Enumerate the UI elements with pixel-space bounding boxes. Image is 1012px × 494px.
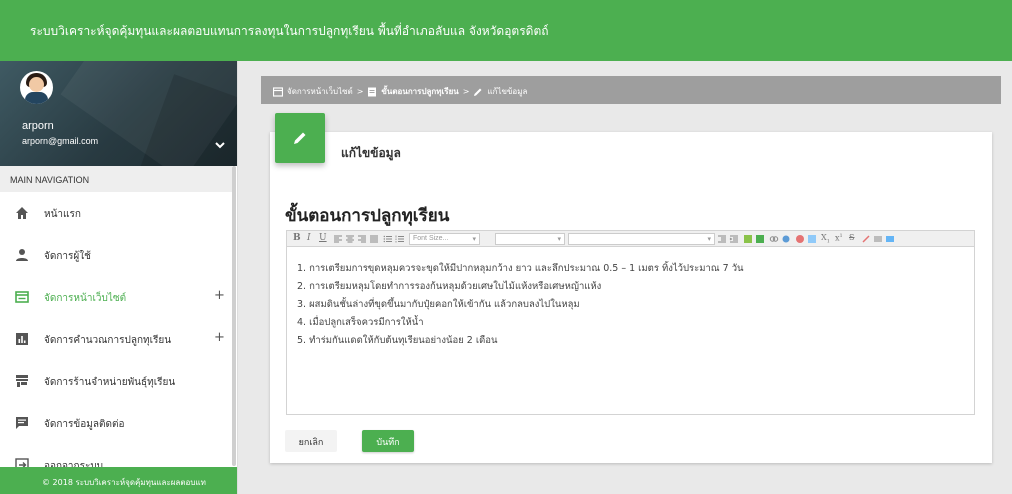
breadcrumb-separator: > bbox=[356, 87, 364, 96]
sidebar: arporn arporn@gmail.com MAIN NAVIGATION … bbox=[0, 61, 238, 494]
sidebar-item-home[interactable]: หน้าแรก bbox=[0, 192, 232, 234]
sidebar-item-users[interactable]: จัดการผู้ใช้ bbox=[0, 234, 232, 276]
align-right-icon[interactable] bbox=[357, 234, 367, 244]
font-family-select[interactable]: ▾ bbox=[495, 233, 565, 245]
undo-icon[interactable] bbox=[743, 234, 753, 244]
redo-icon[interactable] bbox=[755, 234, 765, 244]
align-left-icon[interactable] bbox=[333, 234, 343, 244]
subscript-button[interactable]: X1 bbox=[821, 233, 830, 245]
save-button[interactable]: บันทึก bbox=[362, 430, 414, 452]
numbered-list-icon[interactable] bbox=[395, 234, 405, 244]
user-name: arporn bbox=[22, 120, 54, 132]
web-icon bbox=[15, 291, 29, 303]
underline-button[interactable]: U bbox=[319, 233, 327, 243]
indent-icon[interactable] bbox=[729, 234, 739, 244]
breadcrumb-separator: > bbox=[462, 87, 470, 96]
font-size-placeholder: Font Size... bbox=[413, 235, 449, 242]
card-header-icon bbox=[275, 113, 325, 163]
content-line: 2. การเตรียมหลุมโดยทำการรองก้นหลุมด้วยเศ… bbox=[297, 281, 602, 292]
sidebar-item-label: จัดการคำนวณการปลูกทุเรียน bbox=[44, 335, 172, 346]
user-email: arporn@gmail.com bbox=[22, 136, 99, 146]
font-size-select[interactable]: Font Size... ▾ bbox=[409, 233, 480, 245]
breadcrumb-item-edit: แก้ไขข้อมูล bbox=[487, 87, 528, 96]
sidebar-item-stores[interactable]: จัดการร้านจำหน่ายพันธุ์ทุเรียน bbox=[0, 360, 232, 402]
image-icon[interactable] bbox=[795, 234, 805, 244]
chevron-down-icon[interactable] bbox=[213, 138, 227, 152]
format-select[interactable]: ▾ bbox=[568, 233, 715, 245]
outdent-icon[interactable] bbox=[717, 234, 727, 244]
expand-icon[interactable]: + bbox=[214, 330, 225, 345]
avatar[interactable] bbox=[20, 71, 53, 104]
pencil-icon bbox=[474, 88, 482, 96]
link-icon[interactable] bbox=[769, 234, 779, 244]
app-title: ระบบวิเคราะห์จุดคุ้มทุนและผลตอบแทนการลงท… bbox=[30, 24, 549, 38]
rich-text-editor[interactable]: B I U Font Size... ▾ ▾ ▾ X1 x1 S 1. การเต… bbox=[286, 230, 975, 415]
content-line: 3. ผสมดินชั้นล่างที่ขุดขึ้นมากับปุ๋ยคอกใ… bbox=[297, 299, 580, 310]
bold-button[interactable]: B bbox=[293, 233, 301, 243]
bullet-list-icon[interactable] bbox=[383, 234, 393, 244]
italic-button[interactable]: I bbox=[307, 233, 311, 243]
card-title: แก้ไขข้อมูล bbox=[341, 146, 401, 160]
horizontal-rule-icon[interactable] bbox=[873, 234, 883, 244]
sidebar-item-label: จัดการหน้าเว็บไซต์ bbox=[44, 293, 127, 304]
sidebar-item-label: จัดการร้านจำหน่ายพันธุ์ทุเรียน bbox=[44, 377, 176, 388]
clean-format-icon[interactable] bbox=[861, 234, 871, 244]
pencil-icon bbox=[294, 132, 306, 144]
document-icon bbox=[368, 87, 377, 96]
content-line: 5. ทำร่มกันแดดให้กับต้นทุเรียนอย่างน้อย … bbox=[297, 335, 498, 346]
nav-menu: หน้าแรก จัดการผู้ใช้ จัดการหน้าเว็บไซต์ … bbox=[0, 192, 232, 486]
sidebar-item-label: หน้าแรก bbox=[44, 209, 81, 220]
home-icon bbox=[16, 207, 28, 219]
special-char-icon[interactable] bbox=[885, 234, 895, 244]
content-line: 4. เมื่อปลูกเสร็จควรมีการให้น้ำ bbox=[297, 317, 424, 328]
sidebar-item-label: จัดการผู้ใช้ bbox=[44, 251, 91, 262]
sidebar-scrollbar[interactable] bbox=[232, 166, 236, 466]
store-icon bbox=[16, 375, 28, 387]
sidebar-item-calculation[interactable]: จัดการคำนวณการปลูกทุเรียน + bbox=[0, 318, 232, 360]
code-icon[interactable] bbox=[807, 234, 817, 244]
editor-toolbar: B I U Font Size... ▾ ▾ ▾ X1 x1 S bbox=[287, 231, 974, 247]
top-header-bar: ระบบวิเคราะห์จุดคุ้มทุนและผลตอบแทนการลงท… bbox=[0, 0, 1012, 61]
strikethrough-button[interactable]: S bbox=[849, 233, 854, 242]
web-icon bbox=[273, 86, 283, 97]
align-justify-icon[interactable] bbox=[369, 234, 379, 244]
content-line: 1. การเตรียมการขุดหลุมควรจะขุดให้มีปากหล… bbox=[297, 263, 744, 274]
breadcrumb: จัดการหน้าเว็บไซต์ > ขั้นตอนการปลูกทุเรี… bbox=[261, 76, 1001, 104]
sidebar-item-label: จัดการข้อมูลติดต่อ bbox=[44, 419, 125, 430]
document-title: ขั้นตอนการปลูกทุเรียน bbox=[285, 206, 450, 226]
chart-icon bbox=[16, 333, 28, 345]
sidebar-item-website[interactable]: จัดการหน้าเว็บไซต์ + bbox=[0, 276, 232, 318]
align-center-icon[interactable] bbox=[345, 234, 355, 244]
person-icon bbox=[16, 249, 28, 261]
chat-icon bbox=[16, 417, 28, 429]
superscript-button[interactable]: x1 bbox=[835, 233, 843, 243]
sidebar-item-contact[interactable]: จัดการข้อมูลติดต่อ bbox=[0, 402, 232, 444]
expand-icon[interactable]: + bbox=[214, 288, 225, 303]
user-info-panel: arporn arporn@gmail.com bbox=[0, 61, 237, 166]
sidebar-footer: © 2018 ระบบวิเคราะห์จุดคุ้มทุนและผลตอบแท bbox=[0, 467, 237, 494]
cancel-button[interactable]: ยกเลิก bbox=[285, 430, 337, 452]
breadcrumb-item-planting-steps[interactable]: ขั้นตอนการปลูกทุเรียน bbox=[381, 85, 458, 98]
nav-header: MAIN NAVIGATION bbox=[0, 166, 232, 192]
breadcrumb-item-website[interactable]: จัดการหน้าเว็บไซต์ bbox=[287, 85, 353, 98]
unlink-icon[interactable] bbox=[781, 234, 791, 244]
